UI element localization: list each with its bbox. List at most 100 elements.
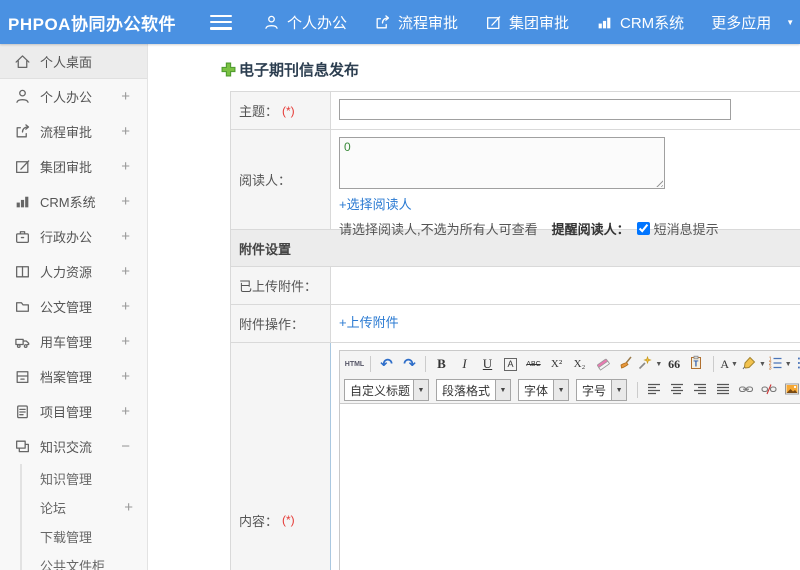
superscript-button[interactable]: X²: [546, 353, 567, 375]
book-icon: [14, 263, 31, 280]
clipboard-icon: [14, 403, 31, 420]
quick-format-button[interactable]: ▼: [638, 353, 662, 375]
expand-plus-icon[interactable]: +: [121, 228, 130, 245]
sidebar-item-group-approval[interactable]: 集团审批 +: [0, 149, 147, 184]
select-value: 自定义标题: [350, 383, 411, 398]
upload-attachment-link[interactable]: +上传附件: [339, 315, 399, 330]
collapse-minus-icon[interactable]: −: [121, 438, 130, 455]
sidebar-item-knowledge-exchange[interactable]: 知识交流 −: [0, 429, 147, 464]
align-justify-button[interactable]: [712, 379, 733, 401]
sidebar-item-project-management[interactable]: 项目管理 +: [0, 394, 147, 429]
sidebar-subitem-label: 公共文件柜: [40, 559, 106, 570]
chevron-down-icon: ▼: [413, 380, 428, 400]
underline-button[interactable]: U: [477, 353, 498, 375]
sidebar-item-workflow-approval[interactable]: 流程审批 +: [0, 114, 147, 149]
subject-input[interactable]: [339, 99, 731, 120]
select-value: 字体: [524, 383, 549, 398]
sidebar-subitem-label: 知识管理: [40, 472, 93, 487]
sidebar-subitem-public-file-cabinet[interactable]: 公共文件柜: [22, 551, 147, 570]
expand-plus-icon[interactable]: +: [121, 368, 130, 385]
blockquote-button[interactable]: 66: [664, 353, 685, 375]
sidebar-item-personal-desktop[interactable]: 个人桌面: [0, 44, 147, 79]
nav-item-crm-system[interactable]: CRM系统: [596, 12, 684, 33]
expand-plus-icon[interactable]: +: [121, 333, 130, 350]
chat-icon: [14, 438, 31, 455]
nav-item-group-approval[interactable]: 集团审批: [485, 12, 569, 33]
remove-format-button[interactable]: [592, 353, 613, 375]
hamburger-menu-icon[interactable]: [209, 14, 232, 30]
expand-plus-icon[interactable]: +: [121, 263, 130, 280]
nav-item-label: CRM系统: [620, 14, 685, 32]
highlight-color-button[interactable]: ▼: [742, 353, 766, 375]
align-left-icon: [646, 381, 662, 400]
align-center-button[interactable]: [666, 379, 687, 401]
uploaded-attachments-label: 已上传附件：: [231, 267, 331, 304]
sidebar-item-archive-management[interactable]: 档案管理 +: [0, 359, 147, 394]
remove-link-button[interactable]: [758, 379, 779, 401]
italic-button-glyph: I: [462, 356, 467, 371]
toolbar-separator: [712, 356, 714, 372]
subscript-button-glyph: X₂: [573, 358, 586, 370]
superscript-button-glyph: X²: [550, 358, 563, 370]
bold-button[interactable]: B: [431, 353, 452, 375]
sidebar-item-vehicle-management[interactable]: 用车管理 +: [0, 324, 147, 359]
editor-toolbar-row2: 自定义标题 ▼ 段落格式 ▼ 字体 ▼ 字号 ▼: [340, 377, 800, 403]
sidebar-item-crm-system[interactable]: CRM系统 +: [0, 184, 147, 219]
sidebar-item-label: 行政办公: [40, 230, 93, 245]
italic-button[interactable]: I: [454, 353, 475, 375]
font-size-select[interactable]: 字号 ▼: [576, 379, 628, 401]
insert-image-button[interactable]: [781, 379, 800, 401]
sidebar-subitem-knowledge-management[interactable]: 知识管理: [22, 464, 147, 493]
strikethrough-button[interactable]: ABC: [523, 353, 544, 375]
expand-plus-icon[interactable]: +: [121, 123, 130, 140]
subject-row: 主题： (*): [231, 92, 800, 130]
custom-heading-select[interactable]: 自定义标题 ▼: [344, 379, 429, 401]
align-left-button[interactable]: [643, 379, 664, 401]
sidebar-subitem-forum[interactable]: 论坛 +: [22, 493, 147, 522]
select-readers-link[interactable]: +选择阅读人: [339, 194, 412, 213]
nav-item-workflow-approval[interactable]: 流程审批: [374, 12, 458, 33]
expand-plus-icon[interactable]: +: [121, 158, 130, 175]
expand-plus-icon[interactable]: +: [121, 403, 130, 420]
sidebar-subitem-label: 下载管理: [40, 530, 93, 545]
sidebar-item-label: 公文管理: [40, 300, 93, 315]
paste-text-button[interactable]: T: [687, 353, 708, 375]
readers-field: 0 +选择阅读人 请选择阅读人,不选为所有人可查看 提醒阅读人： 短消息提示: [331, 130, 800, 237]
dropdown-caret-icon: ▼: [784, 360, 792, 368]
remind-readers-label: 提醒阅读人：: [551, 222, 630, 237]
sidebar-item-human-resources[interactable]: 人力资源 +: [0, 254, 147, 289]
font-color-button[interactable]: A ▼: [719, 353, 740, 375]
sidebar-subitem-download-management[interactable]: 下载管理: [22, 522, 147, 551]
folder-icon: [14, 298, 31, 315]
expand-plus-icon[interactable]: +: [121, 193, 130, 210]
readers-hint-line: 请选择阅读人,不选为所有人可查看 提醒阅读人： 短消息提示: [339, 219, 800, 238]
sms-remind-checkbox[interactable]: [636, 222, 650, 235]
sidebar-item-personal-office[interactable]: 个人办公 +: [0, 79, 147, 114]
unordered-list-button[interactable]: [793, 353, 800, 375]
expand-plus-icon[interactable]: +: [124, 499, 133, 516]
ordered-list-button[interactable]: 1 2 3 ▼: [767, 353, 792, 375]
subscript-button[interactable]: X₂: [569, 353, 590, 375]
font-box-button[interactable]: A: [500, 353, 521, 375]
nav-item-personal-office[interactable]: 个人办公: [263, 12, 347, 33]
font-family-select[interactable]: 字体 ▼: [518, 379, 570, 401]
chart-icon: [596, 14, 613, 31]
paragraph-format-select[interactable]: 段落格式 ▼: [436, 379, 512, 401]
select-value: 段落格式: [442, 383, 491, 398]
content-field: HTML ↶ ↷ B I U A ABC X² X₂ ▼ 66 T A ▼ ▼ 1 2 3 ▼ 自定义标题 ▼ 段落格式 ▼…: [331, 343, 800, 570]
expand-plus-icon[interactable]: +: [121, 88, 130, 105]
expand-plus-icon[interactable]: +: [121, 298, 130, 315]
nav-item-more-apps[interactable]: 更多应用 ▼: [711, 12, 794, 33]
insert-link-button[interactable]: [735, 379, 756, 401]
readers-textarea[interactable]: 0: [339, 137, 665, 189]
undo-button[interactable]: ↶: [376, 353, 397, 375]
align-right-button[interactable]: [689, 379, 710, 401]
toolbar-separator: [425, 356, 426, 372]
required-mark: (*): [282, 513, 295, 527]
sidebar-item-admin-office[interactable]: 行政办公 +: [0, 219, 147, 254]
source-code-button[interactable]: HTML: [344, 353, 365, 375]
sidebar-item-document-management[interactable]: 公文管理 +: [0, 289, 147, 324]
format-painter-button[interactable]: [615, 353, 636, 375]
editor-content-area[interactable]: [340, 403, 800, 570]
redo-button[interactable]: ↷: [399, 353, 420, 375]
